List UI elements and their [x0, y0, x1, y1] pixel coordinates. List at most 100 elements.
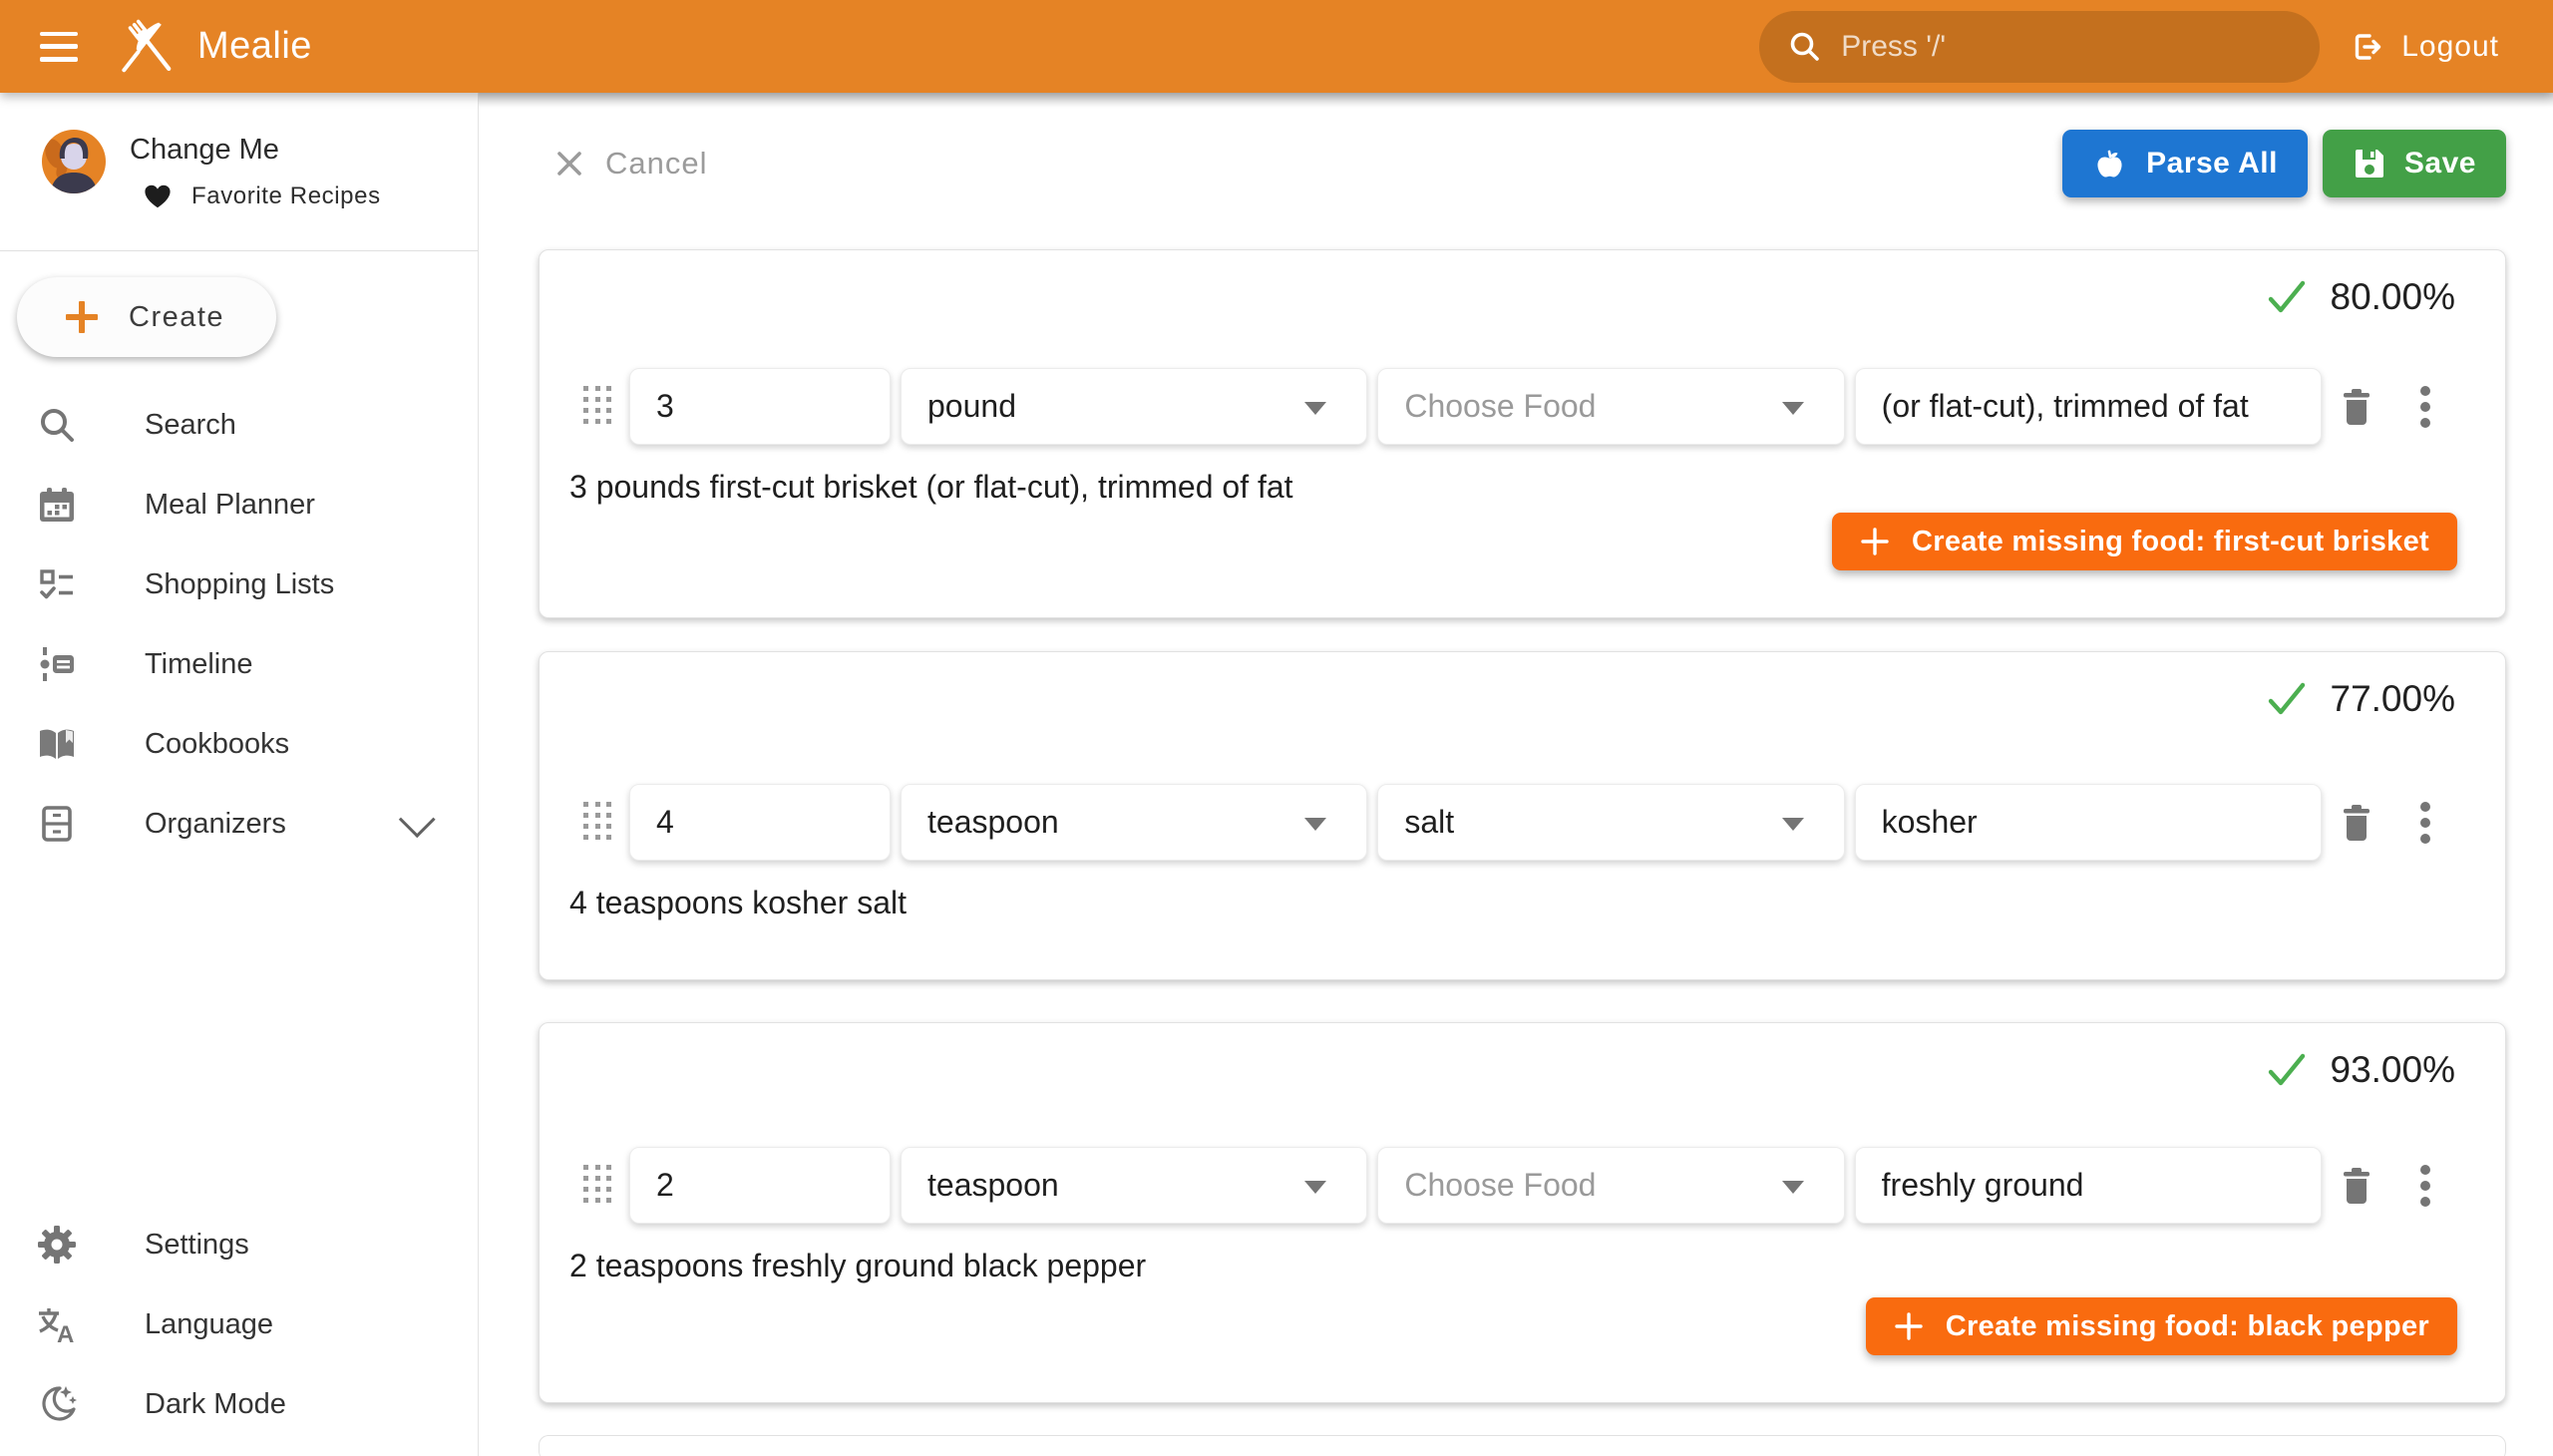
sidebar-item-label: Dark Mode — [145, 1388, 286, 1421]
confidence-badge: 77.00% — [2267, 678, 2456, 720]
chevron-down-icon — [1304, 818, 1326, 831]
unit-select[interactable]: teaspoon — [901, 1147, 1367, 1224]
confidence-value: 77.00% — [2331, 678, 2456, 720]
sidebar-bottom: Settings A Language — [0, 1205, 478, 1444]
drag-handle-icon[interactable] — [583, 802, 611, 844]
sidebar-item-timeline[interactable]: Timeline — [0, 624, 478, 704]
drag-handle-icon[interactable] — [583, 1165, 611, 1207]
food-select[interactable]: salt — [1377, 784, 1844, 861]
save-label: Save — [2404, 147, 2476, 181]
sidebar-item-meal-planner[interactable]: Meal Planner — [0, 465, 478, 545]
create-missing-food-button[interactable]: Create missing food: black pepper — [1866, 1297, 2457, 1355]
chevron-down-icon[interactable] — [399, 801, 436, 838]
check-icon — [2267, 1052, 2307, 1088]
sidebar-item-cookbooks[interactable]: Cookbooks — [0, 704, 478, 784]
confidence-value: 93.00% — [2331, 1049, 2456, 1091]
main-content: Cancel Parse All Save 8 — [479, 93, 2553, 1456]
check-icon — [2267, 279, 2307, 315]
sidebar-item-shopping-lists[interactable]: Shopping Lists — [0, 545, 478, 624]
ingredient-card: 80.00% 3 pound Choose Food (or flat-cut)… — [539, 249, 2506, 618]
user-name: Change Me — [130, 134, 381, 167]
gear-icon — [36, 1224, 78, 1266]
plus-icon — [1894, 1311, 1924, 1341]
ingredient-row: 3 pound Choose Food (or flat-cut), trimm… — [540, 368, 2505, 445]
translate-icon: A — [36, 1303, 78, 1345]
sidebar: Change Me Favorite Recipes Create — [0, 93, 479, 1456]
sidebar-item-label: Organizers — [145, 808, 286, 841]
sidebar-item-search[interactable]: Search — [0, 385, 478, 465]
create-missing-food-label: Create missing food: first-cut brisket — [1912, 526, 2429, 558]
dots-vertical-icon — [2419, 385, 2431, 429]
header-shadow — [479, 93, 2553, 108]
sidebar-item-dark-mode[interactable]: Dark Mode — [0, 1364, 478, 1444]
quantity-input[interactable]: 4 — [629, 784, 891, 861]
sidebar-item-settings[interactable]: Settings — [0, 1205, 478, 1284]
app-title: Mealie — [197, 25, 312, 68]
checklist-icon — [36, 563, 78, 605]
sidebar-item-organizers[interactable]: Organizers — [0, 784, 478, 864]
moon-icon — [36, 1383, 78, 1425]
chevron-down-icon — [1782, 818, 1804, 831]
unit-select[interactable]: teaspoon — [901, 784, 1367, 861]
unit-select[interactable]: pound — [901, 368, 1367, 445]
favorite-recipes-link[interactable]: Favorite Recipes — [144, 182, 381, 210]
save-button[interactable]: Save — [2323, 130, 2506, 197]
drag-handle-icon[interactable] — [583, 386, 611, 428]
confidence-badge: 80.00% — [2267, 276, 2456, 318]
parse-all-label: Parse All — [2146, 147, 2278, 181]
note-input[interactable]: kosher — [1855, 784, 2322, 861]
trash-icon — [2340, 803, 2373, 843]
logout-button[interactable]: Logout — [2350, 29, 2499, 65]
ingredient-row: 4 teaspoon salt kosher — [540, 784, 2505, 861]
check-icon — [2267, 681, 2307, 717]
note-input[interactable]: freshly ground — [1855, 1147, 2322, 1224]
kebab-menu-button[interactable] — [2419, 385, 2431, 429]
cancel-label: Cancel — [605, 146, 708, 182]
trash-icon — [2340, 1166, 2373, 1206]
parse-all-button[interactable]: Parse All — [2062, 130, 2308, 197]
menu-icon[interactable] — [40, 32, 78, 62]
chevron-down-icon — [1304, 402, 1326, 415]
delete-button[interactable] — [2340, 803, 2373, 843]
quantity-input[interactable]: 3 — [629, 368, 891, 445]
search-icon — [1787, 29, 1823, 65]
chevron-down-icon — [1782, 1181, 1804, 1194]
avatar — [42, 130, 106, 193]
save-icon — [2353, 147, 2386, 181]
create-button[interactable]: Create — [17, 277, 276, 357]
sidebar-item-label: Search — [145, 409, 236, 442]
calendar-icon — [36, 484, 78, 526]
create-missing-food-button[interactable]: Create missing food: first-cut brisket — [1832, 513, 2457, 570]
search-icon — [36, 404, 78, 446]
delete-button[interactable] — [2340, 387, 2373, 427]
parser-toolbar: Cancel Parse All Save — [553, 130, 2506, 197]
sidebar-item-language[interactable]: A Language — [0, 1284, 478, 1364]
close-icon — [553, 148, 585, 180]
quantity-input[interactable]: 2 — [629, 1147, 891, 1224]
logout-label: Logout — [2401, 30, 2499, 64]
search-placeholder: Press '/' — [1841, 30, 1946, 64]
svg-text:A: A — [57, 1321, 74, 1345]
kebab-menu-button[interactable] — [2419, 801, 2431, 845]
trash-icon — [2340, 387, 2373, 427]
mealie-logo-icon[interactable] — [120, 14, 172, 80]
chevron-down-icon — [1782, 402, 1804, 415]
sidebar-item-label: Timeline — [145, 648, 253, 681]
dots-vertical-icon — [2419, 801, 2431, 845]
confidence-value: 80.00% — [2331, 276, 2456, 318]
food-select[interactable]: Choose Food — [1377, 368, 1844, 445]
create-label: Create — [129, 301, 224, 334]
app-header: Mealie Press '/' Logout — [0, 0, 2553, 93]
search-input[interactable]: Press '/' — [1759, 11, 2320, 83]
food-select[interactable]: Choose Food — [1377, 1147, 1844, 1224]
ingredient-row: 2 teaspoon Choose Food freshly ground — [540, 1147, 2505, 1224]
archive-icon — [36, 803, 78, 845]
kebab-menu-button[interactable] — [2419, 1164, 2431, 1208]
book-icon — [36, 723, 78, 765]
note-input[interactable]: (or flat-cut), trimmed of fat — [1855, 368, 2322, 445]
ingredient-card: 77.00% 4 teaspoon salt kosher 4 teaspoon… — [539, 651, 2506, 980]
original-ingredient-text: 4 teaspoons kosher salt — [569, 885, 2505, 921]
delete-button[interactable] — [2340, 1166, 2373, 1206]
confidence-badge: 93.00% — [2267, 1049, 2456, 1091]
cancel-button[interactable]: Cancel — [553, 146, 708, 182]
